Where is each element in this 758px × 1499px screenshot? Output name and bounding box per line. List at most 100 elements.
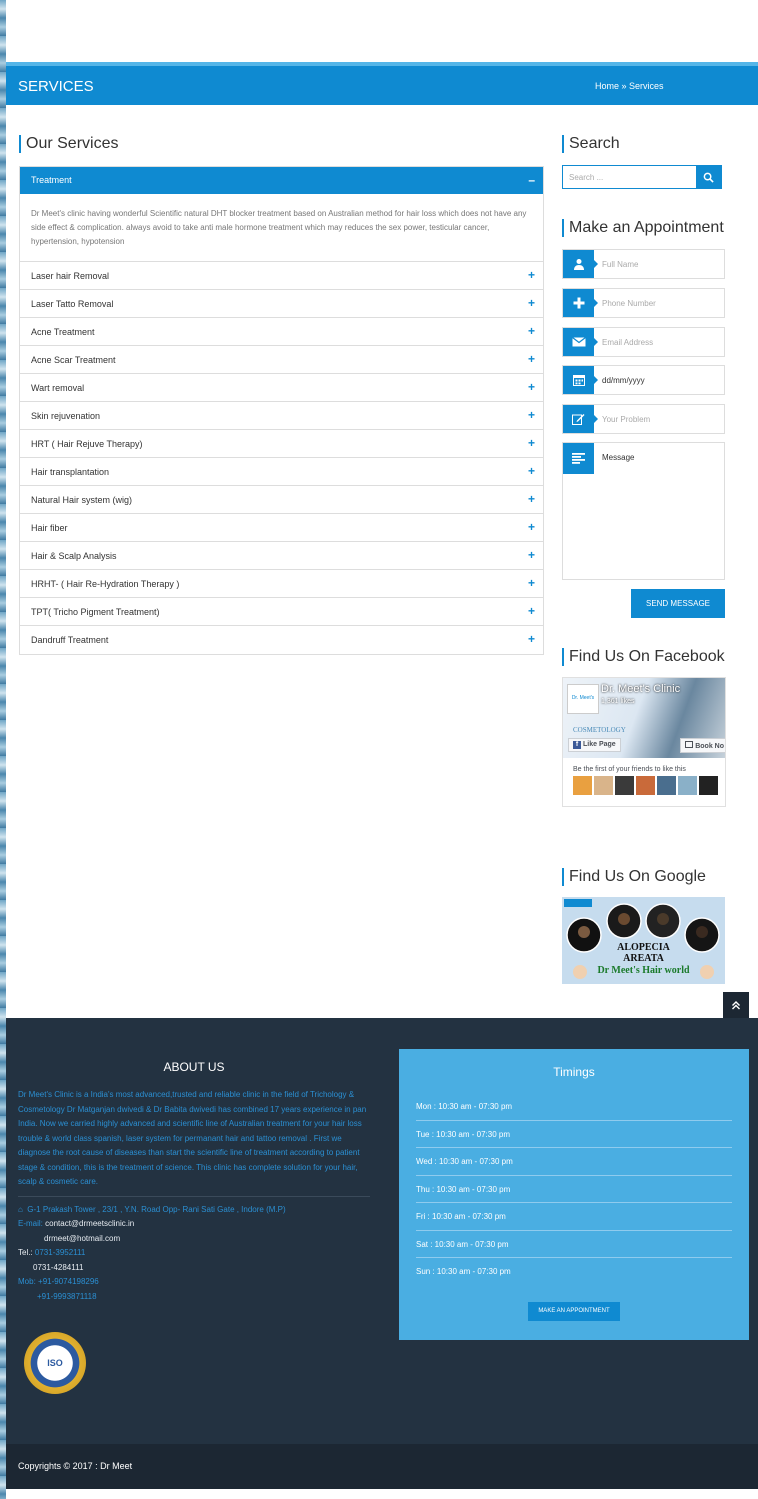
expand-plus-icon[interactable]: + <box>528 632 535 646</box>
accordion-item-label: HRT ( Hair Rejuve Therapy) <box>31 439 143 449</box>
expand-plus-icon[interactable]: + <box>528 492 535 506</box>
full-name-input[interactable]: Full Name <box>594 250 646 278</box>
search-heading: Search <box>562 135 620 153</box>
date-input[interactable]: dd/mm/yyyy <box>594 366 653 394</box>
accordion-item[interactable]: Natural Hair system (wig) + <box>20 486 543 514</box>
copyright-bar: Copyrights © 2017 : Dr Meet <box>6 1444 758 1489</box>
expand-plus-icon[interactable]: + <box>528 576 535 590</box>
text-lines-icon <box>563 443 594 474</box>
accordion-item[interactable]: Dandruff Treatment + <box>20 626 543 654</box>
like-page-button[interactable]: f Like Page <box>568 738 621 752</box>
expand-plus-icon[interactable]: + <box>528 268 535 282</box>
facebook-heading: Find Us On Facebook <box>562 648 725 666</box>
expand-plus-icon[interactable]: + <box>528 352 535 366</box>
edit-icon <box>563 405 598 433</box>
page-title: SERVICES <box>18 78 94 95</box>
double-chevron-up-icon <box>732 1001 740 1010</box>
email-input[interactable]: Email Address <box>594 328 661 356</box>
timing-row: Sun : 10:30 am - 07:30 pm <box>416 1267 511 1276</box>
address-text: G-1 Prakash Tower , 23/1 , Y.N. Road Opp… <box>27 1204 286 1214</box>
accordion-item[interactable]: Skin rejuvenation + <box>20 402 543 430</box>
contact-info: ⌂ G-1 Prakash Tower , 23/1 , Y.N. Road O… <box>18 1203 370 1305</box>
accordion-item[interactable]: Hair & Scalp Analysis + <box>20 542 543 570</box>
timing-row: Sat : 10:30 am - 07:30 pm <box>416 1231 732 1258</box>
date-field[interactable]: dd/mm/yyyy <box>562 365 725 395</box>
accordion-item-label: Dandruff Treatment <box>31 635 109 645</box>
accordion-item[interactable]: Acne Treatment + <box>20 318 543 346</box>
avatar <box>636 776 655 795</box>
facebook-icon: f <box>573 741 581 749</box>
footer: ABOUT US Dr Meet's Clinic is a India's m… <box>6 1018 758 1444</box>
book-now-button[interactable]: Book No <box>680 738 725 753</box>
email-line: E-mail: contact@drmeetsclinic.in <box>18 1217 370 1232</box>
message-input[interactable]: Message <box>602 453 634 462</box>
expand-plus-icon[interactable]: + <box>528 436 535 450</box>
accordion-item[interactable]: Hair fiber + <box>20 514 543 542</box>
plus-icon <box>563 289 598 317</box>
expand-plus-icon[interactable]: + <box>528 296 535 310</box>
search-form: Search ... <box>562 165 722 189</box>
accordion-item[interactable]: HRHT- ( Hair Re-Hydration Therapy ) + <box>20 570 543 598</box>
accordion-item[interactable]: TPT( Tricho Pigment Treatment) + <box>20 598 543 626</box>
avatar <box>699 776 718 795</box>
home-icon: ⌂ <box>18 1204 23 1214</box>
accordion-item-label: TPT( Tricho Pigment Treatment) <box>31 607 160 617</box>
search-button[interactable] <box>696 166 721 188</box>
expand-plus-icon[interactable]: + <box>528 548 535 562</box>
accordion-item[interactable]: HRT ( Hair Rejuve Therapy) + <box>20 430 543 458</box>
accordion-item-label: Treatment <box>31 175 72 185</box>
facebook-friends-text: Be the first of your friends to like thi… <box>573 766 686 773</box>
tel-number[interactable]: 0731-4284111 <box>33 1263 83 1272</box>
avatar <box>678 776 697 795</box>
phone-field[interactable]: Phone Number <box>562 288 725 318</box>
facebook-page-name[interactable]: Dr. Meet's Clinic <box>601 683 680 695</box>
timings-panel: Timings Mon : 10:30 am - 07:30 pm Tue : 1… <box>399 1049 749 1340</box>
banner-title-line-2: AREATA <box>623 953 664 964</box>
problem-field[interactable]: Your Problem <box>562 404 725 434</box>
mob-number[interactable]: +91-9074198296 <box>38 1277 99 1286</box>
accordion-item[interactable]: Hair transplantation + <box>20 458 543 486</box>
email-field[interactable]: Email Address <box>562 327 725 357</box>
user-icon <box>563 250 598 278</box>
accordion-item-label: Laser Tatto Removal <box>31 299 114 309</box>
accordion-item-treatment[interactable]: Treatment – <box>20 167 543 194</box>
full-name-field[interactable]: Full Name <box>562 249 725 279</box>
expand-plus-icon[interactable]: + <box>528 324 535 338</box>
make-appointment-button[interactable]: MAKE AN APPOINTMENT <box>528 1302 620 1321</box>
email-label: E-mail: <box>18 1219 43 1228</box>
expand-plus-icon[interactable]: + <box>528 380 535 394</box>
copyright-text: Copyrights © 2017 : Dr Meet <box>18 1461 133 1471</box>
timing-row: Fri : 10:30 am - 07:30 pm <box>416 1203 732 1231</box>
scroll-to-top-button[interactable] <box>723 992 749 1018</box>
timing-row: Tue : 10:30 am - 07:30 pm <box>416 1121 732 1148</box>
accordion-item[interactable]: Acne Scar Treatment + <box>20 346 543 374</box>
collapse-icon[interactable]: – <box>528 173 535 187</box>
problem-input[interactable]: Your Problem <box>594 405 658 433</box>
send-message-button[interactable]: SEND MESSAGE <box>631 589 725 618</box>
message-field[interactable]: Message <box>562 442 725 580</box>
accordion-item[interactable]: Laser Tatto Removal + <box>20 290 543 318</box>
expand-plus-icon[interactable]: + <box>528 604 535 618</box>
google-banner-image[interactable]: ALOPECIA AREATA Dr Meet's Hair world <box>562 897 725 984</box>
accordion-item[interactable]: Laser hair Removal + <box>20 262 543 290</box>
accordion-item-description: Dr Meet's clinic having wonderful Scient… <box>20 194 543 262</box>
facebook-widget[interactable]: Dr. Meet's Dr. Meet's Clinic 1,361 likes… <box>562 677 726 807</box>
expand-plus-icon[interactable]: + <box>528 464 535 478</box>
accordion-item[interactable]: Wart removal + <box>20 374 543 402</box>
avatar <box>657 776 676 795</box>
expand-plus-icon[interactable]: + <box>528 520 535 534</box>
tel-line-2: 0731-4284111 <box>18 1261 370 1276</box>
services-heading: Our Services <box>19 135 118 153</box>
facebook-cover-image: Dr. Meet's Dr. Meet's Clinic 1,361 likes… <box>563 678 725 758</box>
search-input[interactable]: Search ... <box>563 166 696 188</box>
email-link[interactable]: contact@drmeetsclinic.in <box>45 1219 134 1228</box>
accordion-item-label: HRHT- ( Hair Re-Hydration Therapy ) <box>31 579 180 589</box>
expand-plus-icon[interactable]: + <box>528 408 535 422</box>
email-link[interactable]: drmeet@hotmail.com <box>44 1234 120 1243</box>
phone-input[interactable]: Phone Number <box>594 289 664 317</box>
mob-number[interactable]: +91-9993871118 <box>37 1292 97 1301</box>
banner-title-line-1: ALOPECIA <box>617 942 670 953</box>
breadcrumb[interactable]: Home » Services <box>595 81 664 91</box>
tel-number[interactable]: 0731-3952111 <box>35 1248 85 1257</box>
avatar <box>594 776 613 795</box>
